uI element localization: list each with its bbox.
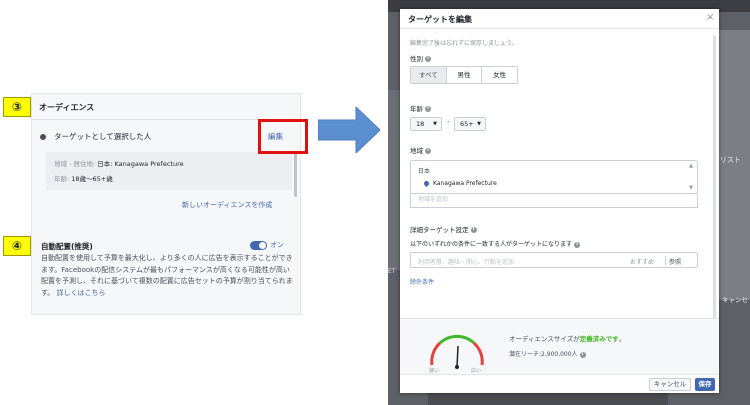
bg-strip bbox=[388, 90, 400, 270]
age-value: 18歳〜65+歳 bbox=[71, 175, 113, 183]
potential-reach: 潜在リーチ:2,900,000人 i bbox=[509, 349, 586, 358]
info-icon[interactable]: i bbox=[425, 106, 431, 112]
audience-gauge-icon bbox=[430, 334, 484, 369]
detail-targeting-sub: 以下のいずれかの条件に一致する人がターゲットになります i bbox=[410, 239, 581, 248]
modal-title: ターゲットを編集 bbox=[408, 15, 472, 24]
divider bbox=[665, 256, 666, 265]
caret-down-icon: ▼ bbox=[433, 121, 437, 127]
scroll-up-icon[interactable]: ▲ bbox=[689, 163, 693, 169]
gender-all-button[interactable]: すべて bbox=[411, 67, 447, 83]
audience-size-status: オーディエンスサイズが定義済みです。 bbox=[509, 335, 626, 343]
step-badge-4: ④ bbox=[3, 236, 31, 256]
gender-male-button[interactable]: 男性 bbox=[447, 67, 483, 83]
bg-cancel-text: キャンセ bbox=[722, 296, 748, 304]
new-audience-link[interactable]: 新しいオーディエンスを作成 bbox=[182, 200, 272, 210]
age-min-select[interactable]: 18 ▼ bbox=[410, 117, 442, 131]
edit-highlight-box bbox=[258, 119, 308, 154]
map-pin-icon bbox=[422, 179, 431, 188]
detail-targeting-input[interactable]: 利用者層、趣味・関心、行動を追加 おすすめ 参照 bbox=[410, 252, 698, 268]
close-icon[interactable]: × bbox=[706, 12, 714, 23]
save-reminder: 編集完了後は忘れずに保存しましょう。 bbox=[410, 40, 518, 47]
right-arrow-icon bbox=[318, 107, 380, 153]
audience-meter: 狭い 広い オーディエンスサイズが定義済みです。 潜在リーチ:2,900,000… bbox=[400, 318, 719, 374]
location-list[interactable]: 日本 Kanagawa Prefecture ▲ ▼ bbox=[410, 160, 698, 194]
info-icon[interactable]: i bbox=[579, 351, 586, 358]
info-icon[interactable]: i bbox=[425, 56, 431, 62]
panel-scrollbar[interactable] bbox=[294, 152, 297, 197]
location-prefecture: Kanagawa Prefecture bbox=[433, 180, 497, 187]
browse-button[interactable]: 参照 bbox=[669, 257, 681, 266]
location-country: 日本 bbox=[418, 168, 431, 175]
auto-placement-toggle[interactable] bbox=[250, 241, 267, 250]
gender-selector: すべて 男性 女性 bbox=[410, 66, 518, 84]
gauge-wide-label: 広い bbox=[471, 368, 482, 374]
caret-down-icon: ▼ bbox=[477, 121, 481, 127]
gauge-narrow-label: 狭い bbox=[429, 368, 440, 374]
detail-targeting-label: 詳細ターゲット設定 i bbox=[410, 224, 477, 234]
age-max-select[interactable]: 65+ ▼ bbox=[454, 117, 486, 131]
auto-placement-title: 自動配置(推奨) bbox=[41, 242, 93, 251]
toggle-label: オン bbox=[270, 241, 284, 249]
location-value: 日本: Kanagawa Prefecture bbox=[97, 160, 184, 168]
bg-left-text: ET bbox=[388, 268, 396, 275]
modal-scrollbar[interactable] bbox=[713, 35, 716, 325]
scroll-down-icon[interactable]: ▼ bbox=[689, 185, 693, 191]
location-label: 地域 - 居住地: bbox=[54, 160, 96, 168]
location-add-input[interactable]: 地域を追加 bbox=[410, 194, 698, 208]
info-icon[interactable]: i bbox=[574, 241, 581, 248]
save-button[interactable]: 保存 bbox=[695, 378, 715, 391]
modal-footer: キャンセル 保存 bbox=[400, 374, 719, 393]
modal-header: ターゲットを編集 × bbox=[400, 9, 719, 29]
info-icon[interactable]: i bbox=[470, 227, 477, 233]
age-label: 年齢 i bbox=[410, 103, 431, 113]
cancel-button[interactable]: キャンセル bbox=[649, 378, 691, 391]
exclude-link[interactable]: 除外条件 bbox=[410, 277, 434, 286]
auto-placement-description: 自動配置を使用して予算を最大化し、より多くの人に広告を表示することができます。F… bbox=[41, 253, 293, 299]
age-label: 年齢: bbox=[54, 175, 70, 183]
audience-summary: 地域 - 居住地: 日本: Kanagawa Prefecture 年齢: 18… bbox=[46, 152, 292, 190]
suggestions-button[interactable]: おすすめ bbox=[630, 257, 654, 266]
target-radio[interactable] bbox=[40, 134, 46, 140]
gender-female-button[interactable]: 女性 bbox=[482, 67, 517, 83]
audience-title: オーディエンス bbox=[39, 103, 95, 112]
info-icon[interactable]: i bbox=[425, 148, 431, 154]
location-label: 地域 i bbox=[410, 145, 431, 155]
detail-placeholder: 利用者層、趣味・関心、行動を追加 bbox=[418, 259, 515, 266]
learn-more-link[interactable]: 詳しくはこちら bbox=[57, 289, 106, 297]
edit-target-modal: ターゲットを編集 × 編集完了後は忘れずに保存しましょう。 性別 i すべて 男性… bbox=[400, 9, 719, 393]
audience-location: 地域 - 居住地: 日本: Kanagawa Prefecture bbox=[54, 158, 184, 168]
audience-age: 年齢: 18歳〜65+歳 bbox=[54, 173, 113, 183]
size-status-value: 定義済みです bbox=[579, 335, 619, 343]
gender-label: 性別 i bbox=[410, 53, 431, 63]
age-dash: - bbox=[447, 118, 450, 126]
target-radio-label: ターゲットとして選択した人 bbox=[54, 132, 152, 141]
step-badge-3: ③ bbox=[3, 97, 31, 117]
